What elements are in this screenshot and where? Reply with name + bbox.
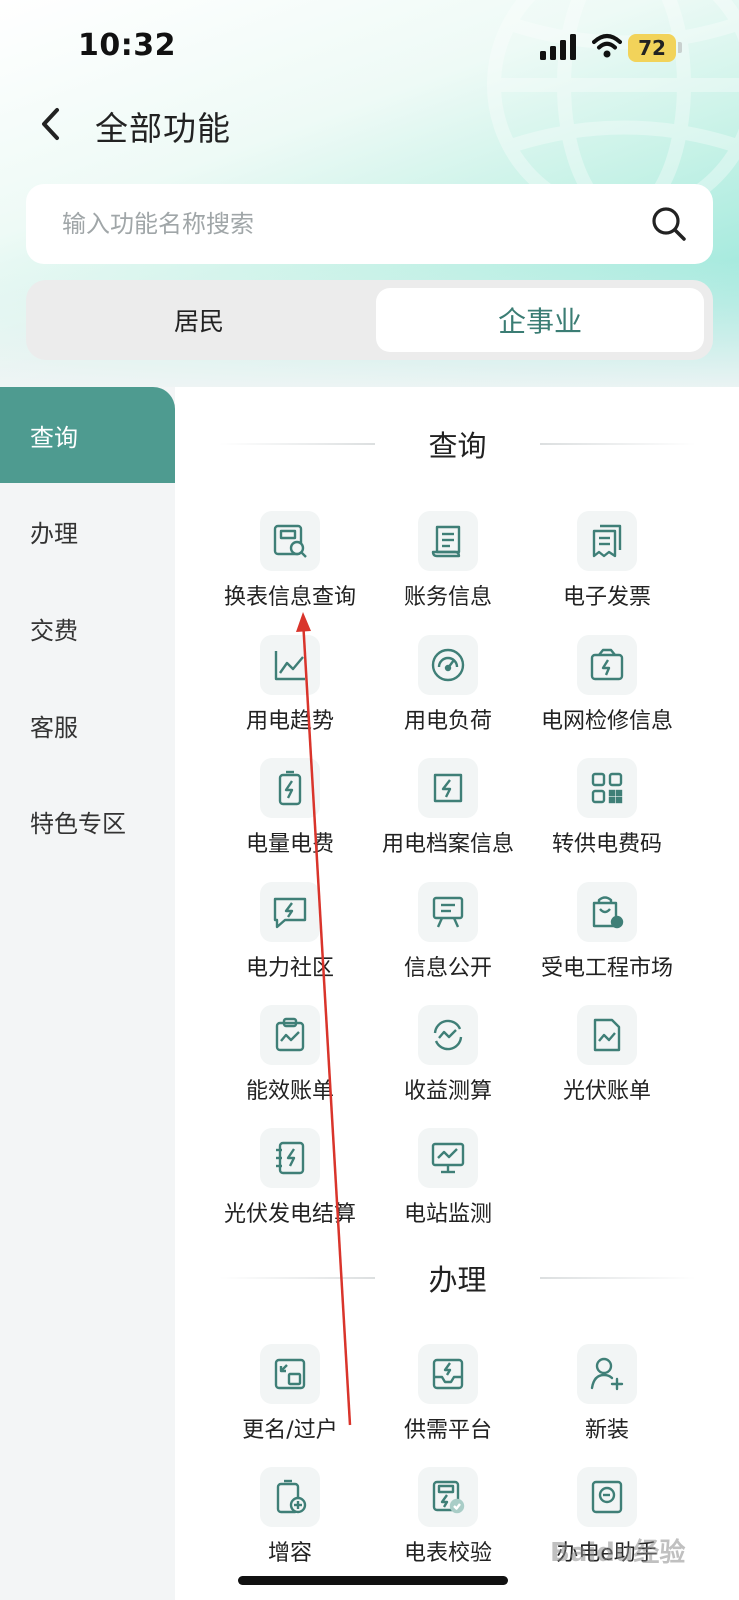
- sidebar-item-payment[interactable]: 交费: [0, 580, 175, 676]
- trend-chart-icon: [260, 635, 320, 695]
- function-meter-verification[interactable]: 电表校验: [363, 1467, 533, 1585]
- meter-check-icon: [418, 1467, 478, 1527]
- function-billing-info[interactable]: 账务信息: [363, 511, 533, 629]
- sidebar-item-query[interactable]: 查询: [0, 387, 175, 483]
- function-label: 受电工程市场: [540, 956, 673, 981]
- sidebar-item-service[interactable]: 客服: [0, 677, 175, 773]
- watermark-text: Baidu经验: [550, 1538, 686, 1568]
- search-bar: [26, 184, 713, 264]
- function-transfer-fee-code[interactable]: 转供电费码: [522, 758, 692, 876]
- invoice-icon: [577, 511, 637, 571]
- section-header-handle: 办理: [175, 1247, 739, 1307]
- battery-indicator: 72: [628, 34, 676, 62]
- sidebar-item-handle[interactable]: 办理: [0, 483, 175, 579]
- chat-bolt-icon: [260, 882, 320, 942]
- function-rename-transfer[interactable]: 更名/过户: [205, 1344, 375, 1462]
- archive-bolt-icon: [418, 758, 478, 818]
- tab-resident[interactable]: 居民: [34, 288, 364, 352]
- cellular-signal-icon: [540, 34, 576, 60]
- function-power-load[interactable]: 用电负荷: [363, 635, 533, 753]
- wifi-icon: [592, 34, 622, 58]
- section-title: 办理: [428, 1263, 487, 1297]
- monitor-chart-icon: [418, 1128, 478, 1188]
- search-icon[interactable]: [649, 204, 689, 244]
- status-time: 10:32: [78, 28, 176, 63]
- file-chart-icon: [577, 1005, 637, 1065]
- function-panel: 查询 换表信息查询 账务信息 电子发票 用电趋势 用电负荷 电网检修信息 电量电…: [175, 387, 739, 1600]
- chevron-left-icon: [42, 108, 59, 140]
- tab-enterprise[interactable]: 企事业: [376, 288, 704, 352]
- function-capacity-increase[interactable]: 增容: [205, 1467, 375, 1585]
- easel-board-icon: [418, 882, 478, 942]
- gauge-icon: [418, 635, 478, 695]
- function-grid-maintenance[interactable]: 电网检修信息: [522, 635, 692, 753]
- function-label: 新装: [584, 1418, 629, 1443]
- divider-line: [540, 443, 696, 445]
- home-indicator[interactable]: [238, 1576, 508, 1585]
- status-bar: 10:32 72: [0, 0, 739, 96]
- function-power-project-market[interactable]: 受电工程市场: [522, 882, 692, 1000]
- battery-plus-icon: [260, 1467, 320, 1527]
- cycle-chart-icon: [418, 1005, 478, 1065]
- function-info-disclosure[interactable]: 信息公开: [363, 882, 533, 1000]
- divider-line: [540, 1277, 696, 1279]
- function-label: 电子发票: [562, 585, 651, 610]
- function-meter-change-query[interactable]: 换表信息查询: [205, 511, 375, 629]
- function-usage-trend[interactable]: 用电趋势: [205, 635, 375, 753]
- function-pv-settlement[interactable]: 光伏发电结算: [205, 1128, 375, 1246]
- add-user-icon: [577, 1344, 637, 1404]
- function-power-community[interactable]: 电力社区: [205, 882, 375, 1000]
- back-button[interactable]: [28, 100, 72, 148]
- function-e-invoice[interactable]: 电子发票: [522, 511, 692, 629]
- category-sidebar: 查询 办理 交费 客服 特色专区: [0, 387, 175, 1600]
- function-revenue-estimate[interactable]: 收益测算: [363, 1005, 533, 1123]
- meter-search-icon: [260, 511, 320, 571]
- qr-code-icon: [577, 758, 637, 818]
- battery-cap: [678, 42, 682, 53]
- sidebar-item-featured[interactable]: 特色专区: [0, 773, 175, 869]
- function-usage-archive[interactable]: 用电档案信息: [363, 758, 533, 876]
- function-supply-demand-platform[interactable]: 供需平台: [363, 1344, 533, 1462]
- function-station-monitor[interactable]: 电站监测: [363, 1128, 533, 1246]
- notebook-bolt-icon: [260, 1128, 320, 1188]
- divider-line: [219, 1277, 375, 1279]
- function-new-install[interactable]: 新装: [522, 1344, 692, 1462]
- function-label: 转供电费码: [551, 832, 662, 857]
- battery-bolt-icon: [260, 758, 320, 818]
- function-pv-bill[interactable]: 光伏账单: [522, 1005, 692, 1123]
- customer-type-switch: 居民 企事业: [26, 280, 713, 360]
- function-efficiency-bill[interactable]: 能效账单: [205, 1005, 375, 1123]
- section-header-query: 查询: [175, 413, 739, 473]
- function-electricity-fee[interactable]: 电量电费: [205, 758, 375, 876]
- assistant-icon: [577, 1467, 637, 1527]
- shopping-bag-gear-icon: [577, 882, 637, 942]
- clipboard-chart-icon: [260, 1005, 320, 1065]
- scroll-document-icon: [418, 511, 478, 571]
- function-label: 电网检修信息: [540, 709, 673, 734]
- transfer-icon: [260, 1344, 320, 1404]
- grid-maintenance-icon: [577, 635, 637, 695]
- function-label: 电站监测: [403, 1202, 492, 1227]
- search-input[interactable]: [62, 184, 622, 264]
- function-label: 光伏账单: [562, 1079, 651, 1104]
- section-title: 查询: [428, 429, 487, 463]
- tray-bolt-icon: [418, 1344, 478, 1404]
- page-title: 全部功能: [95, 109, 231, 148]
- divider-line: [219, 443, 375, 445]
